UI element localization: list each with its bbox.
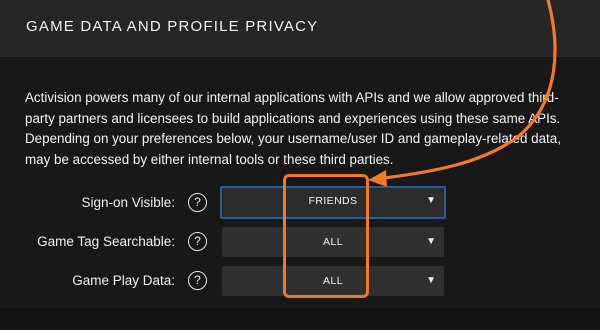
setting-row-game-play-data: Game Play Data: ? ALL ▼ [0,266,600,296]
chevron-down-icon: ▼ [426,236,436,247]
game-play-data-select[interactable]: ALL ▼ [222,266,444,296]
panel-header: GAME DATA AND PROFILE PRIVACY [0,0,600,57]
game-tag-searchable-select[interactable]: ALL ▼ [222,227,444,257]
panel-footer-band [0,308,600,330]
game-play-data-value: ALL [323,275,343,287]
chevron-down-icon: ▼ [426,275,436,286]
setting-row-game-tag-searchable: Game Tag Searchable: ? ALL ▼ [0,227,600,257]
question-circle-icon[interactable]: ? [188,232,207,251]
privacy-description: Activision powers many of our internal a… [25,90,561,167]
game-tag-searchable-label: Game Tag Searchable: [37,234,175,249]
page-title: GAME DATA AND PROFILE PRIVACY [26,18,319,35]
sign-on-visible-value: FRIENDS [308,195,358,207]
sign-on-visible-select[interactable]: FRIENDS ▼ [220,186,446,219]
chevron-down-icon: ▼ [426,195,436,206]
setting-row-sign-on-visible: Sign-on Visible: ? FRIENDS ▼ [0,186,600,219]
sign-on-visible-label: Sign-on Visible: [81,195,175,210]
question-circle-icon[interactable]: ? [188,193,207,212]
question-circle-icon[interactable]: ? [188,271,207,290]
game-play-data-label: Game Play Data: [72,273,175,288]
game-tag-searchable-value: ALL [323,236,343,248]
